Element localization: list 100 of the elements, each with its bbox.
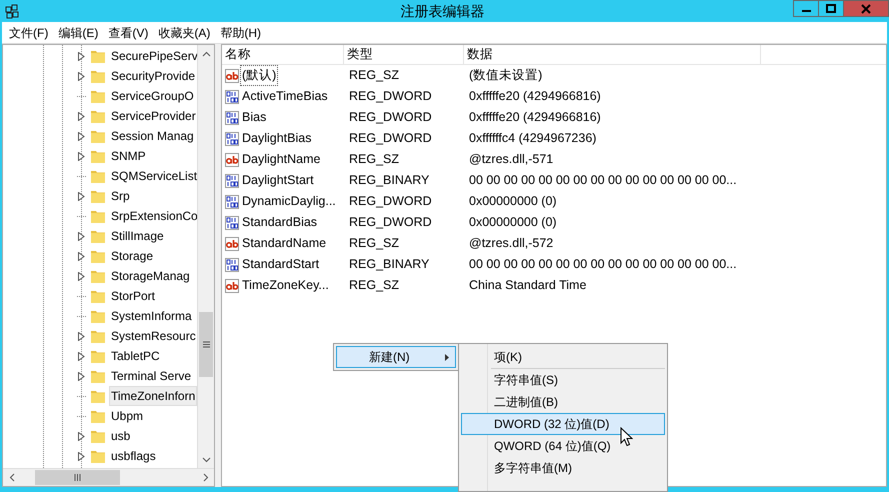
menu-item[interactable]: 二进制值(B) bbox=[461, 391, 665, 413]
value-name[interactable]: StandardStart bbox=[240, 254, 322, 275]
folder-icon bbox=[90, 228, 106, 244]
value-name[interactable]: DaylightBias bbox=[240, 128, 314, 149]
vertical-scrollbar[interactable] bbox=[197, 45, 214, 468]
value-type: REG_DWORD bbox=[348, 130, 433, 148]
folder-icon bbox=[90, 368, 106, 384]
maximize-icon bbox=[826, 4, 836, 13]
expand-arrow-icon[interactable] bbox=[77, 332, 86, 340]
grip-icon[interactable] bbox=[202, 340, 210, 348]
tree-item[interactable]: SQMServiceList bbox=[109, 166, 197, 186]
tree-item[interactable]: SystemInforma bbox=[109, 306, 194, 326]
tree-item[interactable]: ServiceProvider bbox=[109, 106, 197, 126]
value-type: REG_BINARY bbox=[348, 172, 430, 190]
mouse-pointer-icon bbox=[620, 427, 633, 447]
scroll-right-icon[interactable] bbox=[202, 473, 208, 482]
tree-item[interactable]: StillImage bbox=[109, 226, 166, 246]
expand-arrow-icon[interactable] bbox=[77, 252, 86, 260]
menu-item[interactable]: 新建(N) bbox=[336, 346, 456, 368]
menu-item[interactable]: 收藏夹(A) bbox=[153, 24, 216, 42]
tree-item[interactable]: usbflags bbox=[109, 446, 158, 466]
menu-item[interactable]: QWORD (64 位)值(Q) bbox=[461, 435, 665, 457]
value-data: 0xfffffe20 (4294966816) bbox=[468, 109, 601, 126]
tree-item[interactable]: SNMP bbox=[109, 146, 148, 166]
folder-icon bbox=[90, 128, 106, 144]
value-data: China Standard Time bbox=[468, 277, 586, 294]
menu-item[interactable]: DWORD (32 位)值(D) bbox=[461, 413, 665, 435]
expand-arrow-icon[interactable] bbox=[77, 132, 86, 140]
folder-icon bbox=[90, 288, 106, 304]
expand-arrow-icon[interactable] bbox=[77, 372, 86, 380]
folder-icon bbox=[90, 388, 106, 404]
window-title: 注册表编辑器 bbox=[400, 2, 484, 21]
tree-item[interactable]: Srp bbox=[109, 186, 132, 206]
tree-item[interactable]: StorPort bbox=[109, 286, 158, 306]
folder-icon bbox=[90, 428, 106, 444]
tree-item[interactable]: usb bbox=[109, 426, 132, 446]
close-button[interactable] bbox=[843, 0, 889, 17]
value-data: 00 00 00 00 00 00 00 00 00 00 00 00 00 00 00... bbox=[468, 172, 737, 190]
folder-icon bbox=[90, 328, 106, 344]
folder-icon bbox=[90, 348, 106, 364]
string-value-icon bbox=[224, 68, 240, 84]
value-type: REG_DWORD bbox=[348, 88, 433, 106]
value-name[interactable]: StandardName bbox=[240, 233, 328, 254]
tree-item[interactable]: Ubpm bbox=[109, 406, 146, 426]
value-name[interactable]: (默认) bbox=[240, 65, 278, 86]
tree-item[interactable]: TimeZoneInforn bbox=[109, 386, 197, 406]
value-name[interactable]: DaylightStart bbox=[240, 170, 316, 191]
tree-item[interactable]: SrpExtensionCo bbox=[109, 206, 197, 226]
folder-icon bbox=[90, 308, 106, 324]
maximize-button[interactable] bbox=[818, 0, 844, 17]
expand-arrow-icon[interactable] bbox=[77, 232, 86, 240]
minimize-button[interactable] bbox=[793, 0, 819, 17]
scroll-down-icon[interactable] bbox=[202, 456, 210, 462]
value-name[interactable]: Bias bbox=[240, 107, 268, 128]
menu-item[interactable]: 帮助(H) bbox=[215, 24, 266, 42]
tree-item[interactable]: SystemResourc bbox=[109, 326, 197, 346]
folder-icon bbox=[90, 48, 106, 64]
expand-arrow-icon[interactable] bbox=[77, 192, 86, 200]
column-header[interactable]: 类型 bbox=[344, 45, 464, 64]
tree-item[interactable]: ServiceGroupO bbox=[109, 86, 196, 106]
string-value-icon bbox=[224, 152, 240, 168]
string-value-icon bbox=[224, 278, 240, 294]
tree-item[interactable]: Session Manag bbox=[109, 126, 196, 146]
value-name[interactable]: ActiveTimeBias bbox=[240, 86, 330, 107]
binary-value-icon bbox=[224, 110, 240, 126]
menu-item[interactable]: 文件(F) bbox=[4, 24, 54, 42]
close-icon bbox=[861, 4, 871, 14]
scroll-left-icon[interactable] bbox=[8, 473, 14, 482]
tree-item[interactable]: TabletPC bbox=[109, 346, 162, 366]
horizontal-scrollbar[interactable] bbox=[3, 468, 214, 486]
expand-arrow-icon[interactable] bbox=[77, 352, 86, 360]
menu-item[interactable]: 多字符串值(M) bbox=[461, 457, 665, 479]
tree-item[interactable]: Terminal Serve bbox=[109, 366, 194, 386]
scroll-up-icon[interactable] bbox=[202, 50, 210, 56]
expand-arrow-icon[interactable] bbox=[77, 52, 86, 60]
value-type: REG_DWORD bbox=[348, 109, 433, 126]
expand-arrow-icon[interactable] bbox=[77, 272, 86, 280]
menu-item[interactable]: 查看(V) bbox=[103, 24, 154, 42]
value-data: @tzres.dll,-571 bbox=[468, 151, 554, 168]
expand-arrow-icon[interactable] bbox=[77, 452, 86, 460]
value-name[interactable]: DynamicDaylig... bbox=[240, 191, 338, 212]
expand-arrow-icon[interactable] bbox=[77, 72, 86, 80]
menu-item[interactable]: 编辑(E) bbox=[53, 24, 104, 42]
tree-item[interactable]: SecurityProvide bbox=[109, 66, 197, 86]
grip-icon[interactable] bbox=[74, 474, 81, 481]
value-name[interactable]: TimeZoneKey... bbox=[240, 275, 331, 296]
menu-item[interactable]: 项(K) bbox=[461, 346, 665, 368]
value-data: @tzres.dll,-572 bbox=[468, 235, 554, 252]
binary-value-icon bbox=[224, 256, 240, 272]
expand-arrow-icon[interactable] bbox=[77, 112, 86, 120]
value-name[interactable]: StandardBias bbox=[240, 212, 320, 233]
expand-arrow-icon[interactable] bbox=[77, 152, 86, 160]
tree-item[interactable]: StorageManag bbox=[109, 266, 192, 286]
value-name[interactable]: DaylightName bbox=[240, 149, 323, 170]
menu-item[interactable]: 字符串值(S) bbox=[461, 369, 665, 391]
tree-item[interactable]: Storage bbox=[109, 246, 156, 266]
expand-arrow-icon[interactable] bbox=[77, 432, 86, 440]
column-header[interactable]: 名称 bbox=[222, 45, 344, 64]
submenu-arrow-icon bbox=[445, 354, 449, 360]
column-header[interactable]: 数据 bbox=[464, 45, 761, 64]
